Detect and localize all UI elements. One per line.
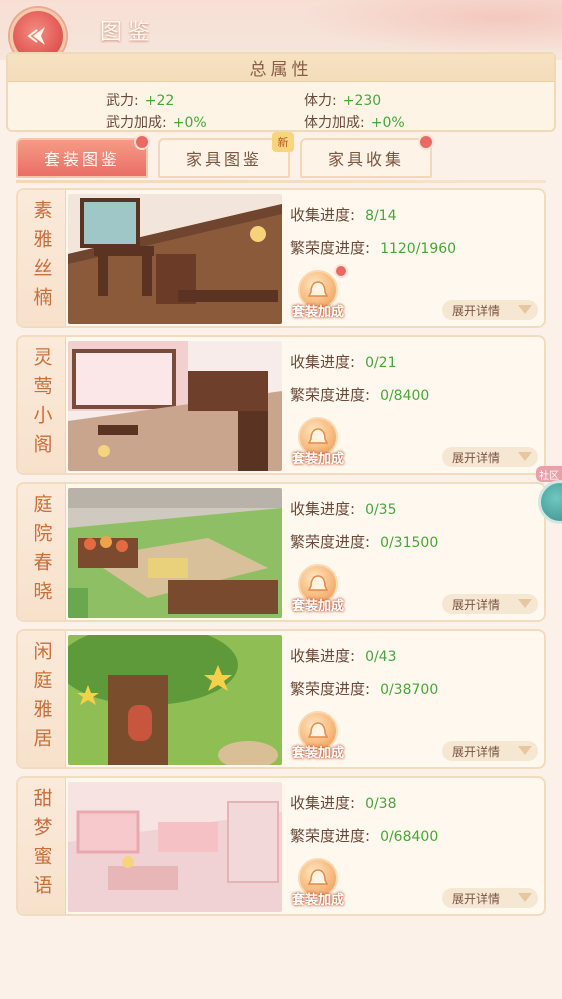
heart-icon — [134, 134, 150, 150]
expand-label: 展开详情 — [452, 450, 501, 465]
set-thumbnail[interactable] — [68, 488, 282, 618]
stat-label: 武力: — [106, 93, 139, 109]
garden-illustration-icon — [68, 488, 282, 618]
tab-furniture-catalog[interactable]: 家具图鉴 新 — [158, 132, 294, 178]
stat-stamina: 体力: +230 — [304, 90, 381, 110]
chevron-down-icon — [518, 305, 532, 314]
pink-room-illustration-icon — [68, 782, 282, 912]
set-name-text: 庭院春晓 — [30, 494, 53, 610]
tab-set-catalog[interactable]: 套装图鉴 — [16, 134, 150, 178]
set-name: 庭院春晓 — [18, 484, 66, 620]
set-thumbnail[interactable] — [68, 194, 282, 324]
new-badge: 新 — [272, 132, 294, 152]
stat-label: 体力: — [304, 93, 337, 109]
set-thumbnail[interactable] — [68, 635, 282, 765]
collect-progress: 收集进度: 0/21 — [290, 353, 397, 371]
page-title: 图鉴 — [100, 20, 157, 45]
tab-furniture-collection[interactable]: 家具收集 — [300, 134, 434, 178]
set-bonus-button[interactable]: 套装加成 — [286, 417, 350, 469]
expand-label: 展开详情 — [452, 891, 501, 906]
tree-house-illustration-icon — [68, 635, 282, 765]
set-thumbnail[interactable] — [68, 341, 282, 471]
set-info: 收集进度: 0/35 繁荣度进度: 0/31500 套装加成 展开详情 — [290, 484, 546, 620]
prosperity-progress: 繁荣度进度: 0/38700 — [290, 680, 439, 698]
set-card: 素雅丝楠 收集进度: 8/14 繁荣度进度: 1120/1960 套装加成 展开详情 — [16, 188, 546, 328]
set-bonus-label: 套装加成 — [291, 893, 344, 908]
prosperity-progress: 繁荣度进度: 0/68400 — [290, 827, 439, 845]
set-bonus-label: 套装加成 — [291, 452, 344, 467]
set-bonus-button[interactable]: 套装加成 — [286, 858, 350, 910]
tab-label: 家具图鉴 — [185, 150, 262, 169]
prosperity-progress: 繁荣度进度: 1120/1960 — [290, 239, 457, 257]
set-bonus-button[interactable]: 套装加成 — [286, 564, 350, 616]
set-name: 素雅丝楠 — [18, 190, 66, 326]
set-name-text: 甜梦蜜语 — [30, 788, 53, 904]
set-name-text: 灵莺小阁 — [30, 347, 53, 463]
back-arrow-icon — [27, 27, 45, 45]
stat-value: +22 — [144, 93, 175, 109]
set-name-text: 闲庭雅居 — [30, 641, 53, 757]
tab-bar: 套装图鉴 家具图鉴 新 家具收集 — [16, 132, 536, 178]
set-card: 庭院春晓 收集进度: 0/35 繁荣度进度: 0/31500 套装加成 展开详情 — [16, 482, 546, 622]
total-attributes-panel: 总属性 武力: +22 体力: +230 武力加成: +0% 体力加成: +0% — [6, 52, 556, 132]
prosperity-progress: 繁荣度进度: 0/31500 — [290, 533, 439, 551]
expand-details-button[interactable]: 展开详情 — [442, 300, 538, 320]
set-name: 闲庭雅居 — [18, 631, 66, 767]
set-thumbnail[interactable] — [68, 782, 282, 912]
set-info: 收集进度: 8/14 繁荣度进度: 1120/1960 套装加成 展开详情 — [290, 190, 546, 326]
chevron-down-icon — [518, 746, 532, 755]
header-decoration — [262, 0, 562, 60]
collect-progress: 收集进度: 0/38 — [290, 794, 397, 812]
set-info: 收集进度: 0/21 繁荣度进度: 0/8400 套装加成 展开详情 — [290, 337, 546, 473]
expand-details-button[interactable]: 展开详情 — [442, 594, 538, 614]
stat-stamina-bonus: 体力加成: +0% — [304, 112, 405, 132]
expand-details-button[interactable]: 展开详情 — [442, 447, 538, 467]
set-card: 灵莺小阁 收集进度: 0/21 繁荣度进度: 0/8400 套装加成 展开详情 — [16, 335, 546, 475]
set-name-text: 素雅丝楠 — [30, 200, 53, 316]
collect-progress: 收集进度: 8/14 — [290, 206, 397, 224]
set-info: 收集进度: 0/38 繁荣度进度: 0/68400 套装加成 展开详情 — [290, 778, 546, 914]
community-icon — [538, 480, 562, 524]
expand-label: 展开详情 — [452, 303, 501, 318]
chevron-down-icon — [518, 452, 532, 461]
stat-value: +230 — [342, 93, 382, 109]
set-card: 甜梦蜜语 收集进度: 0/38 繁荣度进度: 0/68400 套装加成 展开详情 — [16, 776, 546, 916]
room-illustration-icon — [68, 194, 282, 324]
chevron-down-icon — [518, 893, 532, 902]
expand-label: 展开详情 — [452, 597, 501, 612]
tab-label: 家具收集 — [327, 150, 404, 169]
chevron-down-icon — [518, 599, 532, 608]
heart-icon — [334, 264, 348, 278]
collect-progress: 收集进度: 0/43 — [290, 647, 397, 665]
tab-label: 套装图鉴 — [43, 150, 120, 169]
stat-value: +0% — [370, 115, 405, 131]
set-name: 甜梦蜜语 — [18, 778, 66, 914]
heart-icon — [418, 134, 434, 150]
expand-details-button[interactable]: 展开详情 — [442, 888, 538, 908]
expand-label: 展开详情 — [452, 744, 501, 759]
stat-value: +0% — [172, 115, 207, 131]
prosperity-progress: 繁荣度进度: 0/8400 — [290, 386, 430, 404]
set-bonus-button[interactable]: 套装加成 — [286, 264, 350, 322]
stat-label: 体力加成: — [304, 115, 365, 131]
set-card: 闲庭雅居 收集进度: 0/43 繁荣度进度: 0/38700 套装加成 展开详情 — [16, 629, 546, 769]
set-bonus-button[interactable]: 套装加成 — [286, 711, 350, 763]
stat-force-bonus: 武力加成: +0% — [106, 112, 207, 132]
expand-details-button[interactable]: 展开详情 — [442, 741, 538, 761]
room-illustration-icon — [68, 341, 282, 471]
total-attributes-title: 总属性 — [249, 60, 313, 80]
top-bar — [0, 0, 562, 60]
set-info: 收集进度: 0/43 繁荣度进度: 0/38700 套装加成 展开详情 — [290, 631, 546, 767]
set-bonus-label: 套装加成 — [291, 305, 344, 320]
tab-divider — [16, 180, 546, 183]
set-bonus-label: 套装加成 — [291, 746, 344, 761]
total-attributes-header: 总属性 — [8, 54, 554, 82]
stat-label: 武力加成: — [106, 115, 167, 131]
set-bonus-label: 套装加成 — [291, 599, 344, 614]
community-float-button[interactable]: 社区 — [536, 466, 562, 528]
collect-progress: 收集进度: 0/35 — [290, 500, 397, 518]
stat-force: 武力: +22 — [106, 90, 174, 110]
set-name: 灵莺小阁 — [18, 337, 66, 473]
